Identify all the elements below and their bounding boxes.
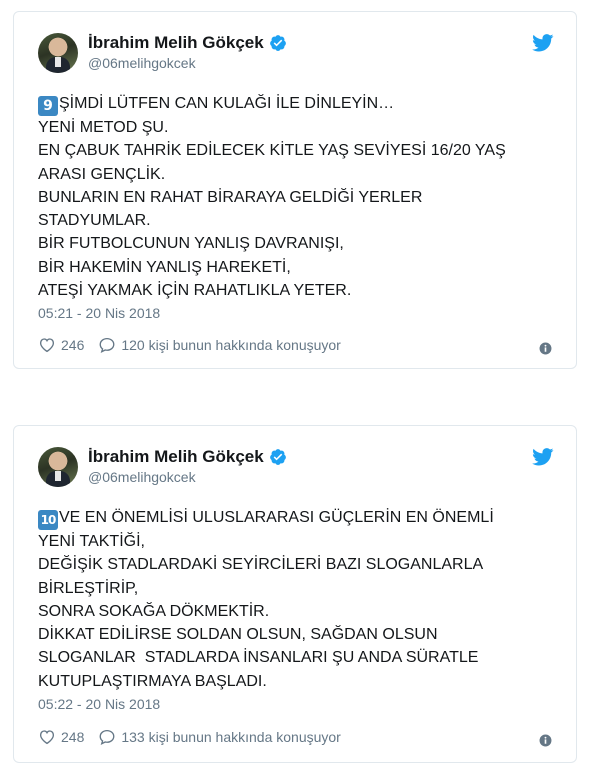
tweet-line: ŞİMDİ LÜTFEN CAN KULAĞI İLE DİNLEYİN… [59, 95, 395, 112]
author-handle[interactable]: @06melihgokcek [88, 469, 196, 485]
tweet-text: 9 ŞİMDİ LÜTFEN CAN KULAĞI İLE DİNLEYİN… Y… [38, 92, 558, 302]
tweet-line: VE EN ÖNEMLİSİ ULUSLARARASI GÜÇLERİN EN … [59, 509, 494, 526]
keycap-number-icon: 10 [38, 510, 58, 530]
like-count: 248 [61, 729, 85, 745]
tweet-actions: 248 133 kişi bunun hakkında konuşuyor [38, 728, 355, 746]
reply-count-text: 133 kişi bunun hakkında konuşuyor [121, 729, 341, 745]
like-button[interactable]: 248 [38, 728, 84, 746]
verified-badge-icon [269, 449, 286, 465]
info-icon[interactable] [539, 734, 552, 747]
author-name[interactable]: İbrahim Melih Gökçek [88, 33, 264, 53]
tweet-line: BUNLARIN EN RAHAT BİRARAYA GELDİĞİ YERLE… [38, 188, 423, 206]
tweet-line: DEĞİŞİK STADLARDAKİ SEYİRCİLERİ BAZI SLO… [38, 556, 484, 574]
like-button[interactable]: 246 [38, 336, 84, 354]
tweet-line: ATEŞİ YAKMAK İÇİN RAHATLIKLA YETER. [38, 282, 352, 300]
twitter-bird-icon[interactable] [532, 448, 554, 466]
keycap-number-icon: 9 [38, 96, 58, 116]
info-icon[interactable] [539, 342, 552, 355]
twitter-bird-icon[interactable] [532, 34, 554, 52]
tweet-line: KUTUPLAŞTIRMAYA BAŞLADI. [38, 672, 267, 690]
reply-button[interactable]: 120 kişi bunun hakkında konuşuyor [98, 336, 341, 354]
tweet-line: STADYUMLAR. [38, 212, 151, 230]
tweet-line: DİKKAT EDİLİRSE SOLDAN OLSUN, SAĞDAN OLS… [38, 626, 438, 644]
tweet-line: BİR HAKEMİN YANLIŞ HAREKETİ, [38, 258, 291, 276]
tweet-line: SLOGANLAR STADLARDA İNSANLARI ŞU ANDA SÜ… [38, 649, 479, 667]
avatar[interactable] [38, 447, 78, 487]
tweet-line: SONRA SOKAĞA DÖKMEKTİR. [38, 602, 270, 620]
tweet-line: EN ÇABUK TAHRİK EDİLECEK KİTLE YAŞ SEVİY… [38, 142, 506, 160]
reply-bubble-icon [99, 729, 115, 746]
like-count: 246 [61, 337, 85, 353]
reply-bubble-icon [99, 337, 115, 354]
tweet-card: İbrahim Melih Gökçek @06melihgokcek 10 VE… [13, 425, 577, 763]
avatar[interactable] [38, 33, 78, 73]
reply-count-text: 120 kişi bunun hakkında konuşuyor [121, 337, 341, 353]
tweet-line: ARASI GENÇLİK. [38, 165, 166, 183]
tweet-timestamp[interactable]: 05:21 - 20 Nis 2018 [38, 305, 160, 321]
heart-icon [39, 730, 55, 745]
tweet-actions: 246 120 kişi bunun hakkında konuşuyor [38, 336, 355, 354]
author-name[interactable]: İbrahim Melih Gökçek [88, 447, 264, 467]
tweet-line: YENİ TAKTİĞİ, [38, 533, 145, 550]
tweet-timestamp[interactable]: 05:22 - 20 Nis 2018 [38, 696, 160, 712]
heart-icon [39, 338, 55, 353]
tweet-text: 10 VE EN ÖNEMLİSİ ULUSLARARASI GÜÇLERİN E… [38, 506, 558, 693]
tweet-line: BİR FUTBOLCUNUN YANLIŞ DAVRANIŞI, [38, 235, 344, 253]
tweet-line: YENİ METOD ŞU. [38, 119, 169, 136]
author-row: İbrahim Melih Gökçek [88, 447, 287, 467]
author-row: İbrahim Melih Gökçek [88, 33, 287, 53]
tweet-card: İbrahim Melih Gökçek @06melihgokcek 9 ŞİM… [13, 11, 577, 369]
author-handle[interactable]: @06melihgokcek [88, 55, 196, 71]
verified-badge-icon [269, 35, 286, 51]
tweet-line: BİRLEŞTİRİP, [38, 579, 139, 597]
reply-button[interactable]: 133 kişi bunun hakkında konuşuyor [98, 728, 341, 746]
